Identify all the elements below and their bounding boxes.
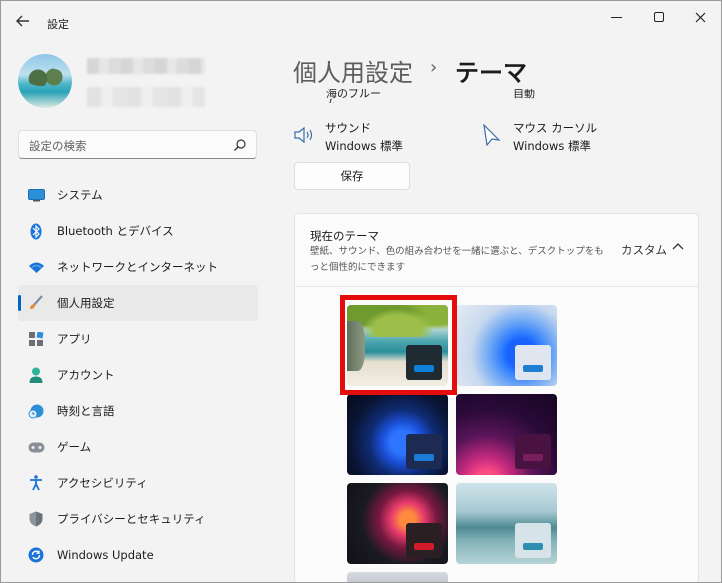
sidebar-item-label: アプリ	[57, 332, 92, 346]
breadcrumb-parent[interactable]: 個人用設定	[293, 59, 413, 87]
sidebar-item-network[interactable]: ネットワークとインターネット	[18, 249, 258, 285]
sidebar-item-label: ネットワークとインターネット	[57, 260, 218, 274]
current-theme-value: カスタム	[621, 243, 667, 257]
sidebar-item-windows-update[interactable]: Windows Update	[18, 537, 258, 573]
sidebar-nav: システム Bluetooth とデバイス ネットワークとインターネット 個人用設…	[18, 177, 258, 573]
back-button[interactable]	[13, 11, 33, 31]
search-icon	[234, 139, 246, 151]
accessibility-icon	[27, 474, 45, 492]
avatar[interactable]	[18, 54, 72, 108]
selection-highlight	[340, 295, 457, 395]
page-title: テーマ	[455, 59, 527, 87]
theme-tile-windows-dark[interactable]	[347, 394, 448, 475]
sidebar-item-label: Windows Update	[57, 548, 154, 562]
cut-off-label-right: 自動	[513, 89, 535, 100]
sidebar-item-label: システム	[57, 188, 103, 202]
sidebar-item-label: Bluetooth とデバイス	[57, 224, 174, 238]
account-email-blurred	[87, 87, 205, 107]
sidebar-item-privacy[interactable]: プライバシーとセキュリティ	[18, 501, 258, 537]
title-bar: 設定	[1, 1, 721, 41]
close-icon	[695, 12, 705, 22]
cursor-label: マウス カーソル	[513, 121, 598, 135]
minimize-button[interactable]	[601, 7, 631, 27]
bluetooth-icon	[27, 222, 45, 240]
minimize-icon	[610, 16, 622, 18]
cursor-value: Windows 標準	[513, 139, 591, 153]
clock-globe-icon	[27, 402, 45, 420]
search-input[interactable]: 設定の検索	[18, 130, 257, 159]
sidebar-item-label: ゲーム	[57, 440, 92, 454]
chevron-up-icon[interactable]	[671, 240, 685, 254]
sound-value: Windows 標準	[325, 139, 403, 153]
cursor-option[interactable]: マウス カーソル Windows 標準	[481, 118, 651, 158]
sidebar-item-gaming[interactable]: ゲーム	[18, 429, 258, 465]
theme-tile-flow[interactable]	[456, 483, 557, 564]
sidebar-item-label: 時刻と言語	[57, 404, 115, 418]
update-icon	[27, 546, 45, 564]
maximize-icon	[654, 12, 664, 22]
sidebar-item-system[interactable]: システム	[18, 177, 258, 213]
window-title: 設定	[47, 18, 69, 31]
sidebar-item-label: アカウント	[57, 368, 115, 382]
person-icon	[27, 366, 45, 384]
sidebar-item-label: アクセシビリティ	[57, 476, 148, 490]
breadcrumb: 個人用設定 › テーマ	[293, 53, 527, 88]
save-button[interactable]: 保存	[294, 162, 410, 190]
theme-tile-windows-light[interactable]	[456, 305, 557, 386]
brush-icon	[27, 294, 45, 312]
sidebar-item-personalization[interactable]: 個人用設定	[18, 285, 258, 321]
current-theme-title: 現在のテーマ	[310, 229, 379, 243]
breadcrumb-separator: ›	[430, 57, 438, 78]
apps-icon	[27, 330, 45, 348]
sidebar-item-time-language[interactable]: 時刻と言語	[18, 393, 258, 429]
maximize-button[interactable]	[644, 7, 674, 27]
theme-tile-partial[interactable]	[347, 572, 448, 582]
cursor-icon	[483, 124, 501, 146]
arrow-left-icon	[16, 15, 29, 27]
sidebar-item-apps[interactable]: アプリ	[18, 321, 258, 357]
theme-tile-captured-motion[interactable]	[347, 483, 448, 564]
sound-option[interactable]: サウンド Windows 標準	[293, 118, 463, 158]
cut-off-label-left: 海のブルーム	[326, 89, 381, 103]
sidebar-item-accessibility[interactable]: アクセシビリティ	[18, 465, 258, 501]
sidebar-item-bluetooth[interactable]: Bluetooth とデバイス	[18, 213, 258, 249]
sound-label: サウンド	[325, 121, 371, 135]
current-theme-header[interactable]: 現在のテーマ 壁紙、サウンド、色の組み合わせを一緒に選ぶと、デスクトップをもっと…	[295, 214, 698, 287]
theme-tile-glow[interactable]	[456, 394, 557, 475]
settings-window: 設定 設定の検索 システム Bluetooth とデバイス ネットワークとインタ…	[0, 0, 722, 583]
wifi-icon	[27, 258, 45, 276]
account-name-blurred	[87, 58, 205, 74]
display-icon	[27, 186, 45, 204]
speaker-icon	[294, 126, 313, 144]
close-button[interactable]	[685, 7, 715, 27]
gamepad-icon	[27, 438, 45, 456]
search-placeholder: 設定の検索	[29, 139, 87, 153]
sidebar-item-accounts[interactable]: アカウント	[18, 357, 258, 393]
sidebar-item-label: プライバシーとセキュリティ	[57, 512, 206, 526]
current-theme-description: 壁紙、サウンド、色の組み合わせを一緒に選ぶと、デスクトップをもっと個性的にできま…	[310, 246, 604, 273]
shield-icon	[27, 510, 45, 528]
sidebar-item-label: 個人用設定	[57, 296, 115, 310]
